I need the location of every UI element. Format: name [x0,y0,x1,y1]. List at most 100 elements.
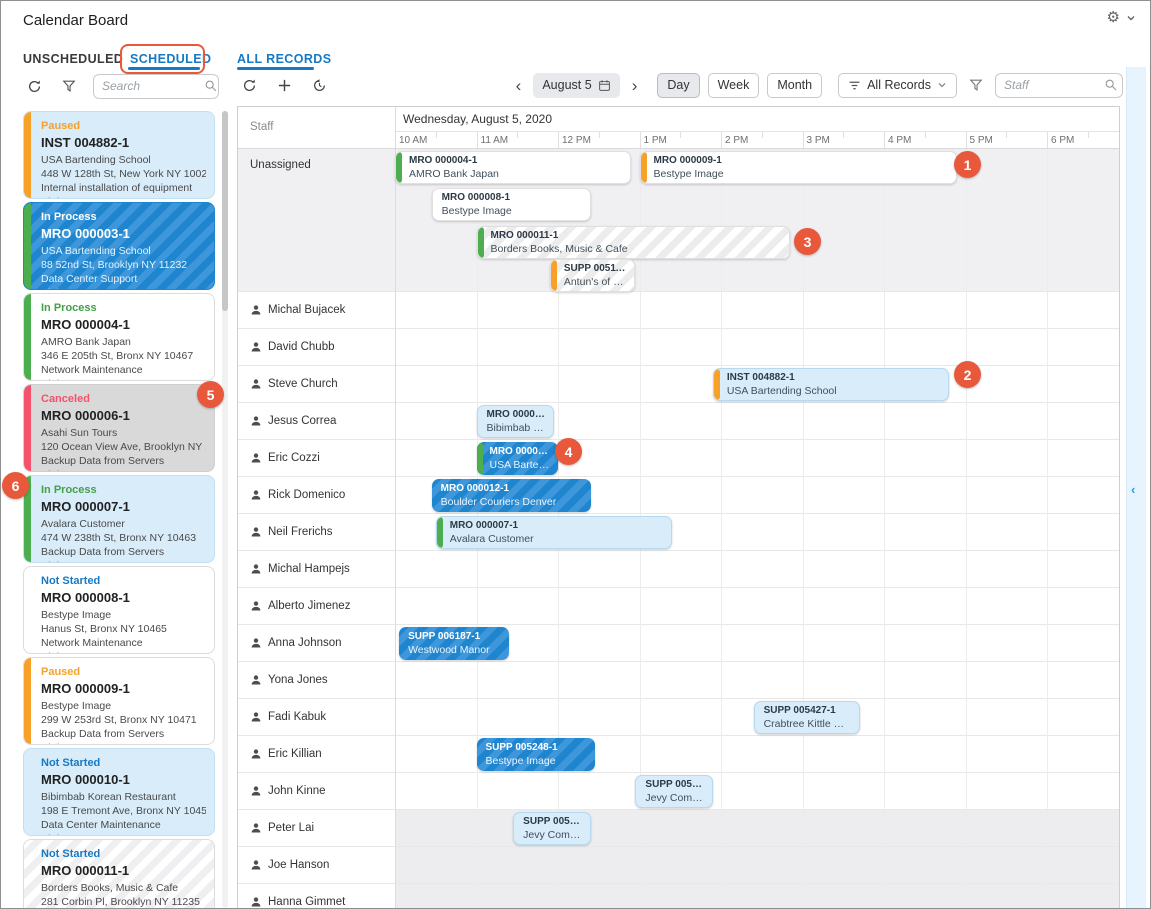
records-filter-dropdown[interactable]: All Records [838,73,957,98]
history-icon[interactable] [308,74,330,96]
card-detail: 120 Ocean View Ave, Brooklyn NY 11235 [41,441,206,455]
calendar-event[interactable]: SUPP 005248-1Bestype Image [477,738,595,771]
record-id: MRO 000004-1 [41,316,206,334]
event-name: AMRO Bank Japan [409,167,499,181]
view-week-button[interactable]: Week [708,73,760,98]
column-separator [395,107,396,909]
card-detail: Hanus St, Bronx NY 10465 [41,623,206,637]
work-order-card[interactable]: PausedINST 004882-1USA Bartending School… [23,111,215,199]
card-detail: Network Maintenance [41,637,206,651]
work-order-card[interactable]: Not StartedMRO 000010-1Bibimbab Korean R… [23,748,215,836]
work-order-card[interactable]: In ProcessMRO 000004-1AMRO Bank Japan346… [23,293,215,381]
calendar-event[interactable]: MRO 000003-1USA Barten… [477,442,559,475]
staff-row-label: John Kinne [250,785,326,797]
add-icon[interactable] [273,74,295,96]
time-tick-label: 6 PM [1051,135,1074,146]
calendar-event[interactable]: SUPP 005592-1Jevy Comput… [513,812,590,845]
event-name: Bibimbab Kor… [487,421,545,435]
calendar-event[interactable]: SUPP 005119-1Antun's of We… [550,259,636,292]
collapse-panel-button[interactable]: ‹ [1131,482,1135,497]
sidebar-scrollbar[interactable] [222,111,228,908]
work-order-card[interactable]: In ProcessMRO 000007-1Avalara Customer47… [23,475,215,563]
event-name: Avalara Customer [450,532,534,546]
card-detail: Bibimbab Korean Restaurant [41,791,206,805]
card-detail: 8/5/2020 [41,742,206,745]
card-detail: 474 W 238th St, Bronx NY 10463 [41,532,206,546]
calendar-event[interactable]: MRO 000009-1Bestype Image [640,151,958,184]
card-detail: Backup Data from Servers [41,546,206,560]
calendar-event[interactable]: INST 004882-1USA Bartending School [713,368,949,401]
tab-all-records[interactable]: ALL RECORDS [237,52,331,66]
tab-unscheduled[interactable]: UNSCHEDULED [23,52,123,66]
work-order-card[interactable]: In ProcessMRO 000003-1USA Bartending Sch… [23,202,215,290]
next-day-button[interactable]: › [628,77,642,94]
calendar-row: Eric Cozzi [238,440,1119,477]
time-tick-label: 2 PM [725,135,748,146]
card-detail: USA Bartending School [41,245,206,259]
card-detail: 8/5/2020 [41,469,206,472]
event-id: SUPP 005119-1 [564,262,627,276]
calendar-event[interactable]: MRO 000004-1AMRO Bank Japan [395,151,631,184]
callout-badge-2: 2 [954,361,981,388]
calendar-row: Michal Bujacek [238,292,1119,329]
event-name: Jevy Comput… [523,828,581,842]
time-tick-label: 1 PM [644,135,667,146]
staff-row-label: Unassigned [250,159,311,171]
view-month-button[interactable]: Month [767,73,822,98]
tab-scheduled[interactable]: SCHEDULED [130,52,211,66]
card-detail: Avalara Customer [41,518,206,532]
staff-row-label: Jesus Correa [250,415,336,427]
card-detail: Backup Data from Servers [41,728,206,742]
calendar-event[interactable]: MRO 000010-1Bibimbab Kor… [477,405,554,438]
calendar-event[interactable]: SUPP 005427-1Crabtree Kittle Hous… [754,701,860,734]
card-detail: 8/5/2020 [41,287,206,290]
card-detail: Asahi Sun Tours [41,427,206,441]
date-picker-button[interactable]: August 5 [533,73,619,98]
search-input[interactable] [93,74,219,99]
calendar-event[interactable]: MRO 000008-1Bestype Image [432,188,591,221]
filter-icon[interactable] [58,75,80,97]
status-bar [641,152,647,183]
staff-row-label: Rick Domenico [250,489,345,501]
work-order-card[interactable]: CanceledMRO 000006-1Asahi Sun Tours120 O… [23,384,215,472]
time-axis: 10 AM11 AM12 PM1 PM2 PM3 PM4 PM5 PM6 PM [395,132,1119,149]
calendar-event[interactable]: MRO 000011-1Borders Books, Music & Cafe [477,226,791,259]
status-bar [396,152,402,183]
event-id: MRO 000010-1 [487,408,545,422]
chevron-down-icon [1126,13,1136,23]
event-name: Westwood Manor [408,643,490,657]
status-bar [437,517,443,548]
calendar-event[interactable]: MRO 000007-1Avalara Customer [436,516,672,549]
calendar-event[interactable]: SUPP 005607-1Jevy Comput… [635,775,712,808]
card-detail: 88 52nd St, Brooklyn NY 11232 [41,259,206,273]
staff-column-header: Staff [238,107,395,149]
work-order-card[interactable]: Not StartedMRO 000008-1Bestype ImageHanu… [23,566,215,654]
event-id: SUPP 005592-1 [523,815,581,829]
gear-icon[interactable]: ⚙ [1107,10,1120,25]
status-bar [551,260,557,291]
event-name: Jevy Comput… [645,791,703,805]
card-detail: Bestype Image [41,700,206,714]
card-detail: AMRO Bank Japan [41,336,206,350]
view-day-button[interactable]: Day [657,73,699,98]
record-id: MRO 000010-1 [41,771,206,789]
work-order-card[interactable]: Not StartedMRO 000011-1Borders Books, Mu… [23,839,215,908]
staff-row-label: Eric Killian [250,748,322,760]
staff-filter-icon[interactable] [965,74,987,96]
prev-day-button[interactable]: ‹ [512,77,526,94]
work-order-card[interactable]: PausedMRO 000009-1Bestype Image299 W 253… [23,657,215,745]
card-detail: 8/5/2020 [41,378,206,381]
card-detail: 8/5/2020 [41,560,206,563]
refresh-board-icon[interactable] [238,74,260,96]
staff-row-label: Hanna Gimmet [250,896,345,908]
collapsed-right-panel: ‹ [1126,67,1146,908]
settings-menu[interactable]: ⚙ [1107,10,1136,25]
calendar-event[interactable]: SUPP 006187-1Westwood Manor [399,627,509,660]
status-label: In Process [41,483,206,498]
calendar-row: Peter Lai [238,810,1119,847]
card-detail: 8/5/2020 [41,196,206,199]
refresh-icon[interactable] [23,75,45,97]
records-filter-value: All Records [867,78,931,92]
calendar-event[interactable]: MRO 000012-1Boulder Couriers Denver [432,479,591,512]
record-id: MRO 000009-1 [41,680,206,698]
